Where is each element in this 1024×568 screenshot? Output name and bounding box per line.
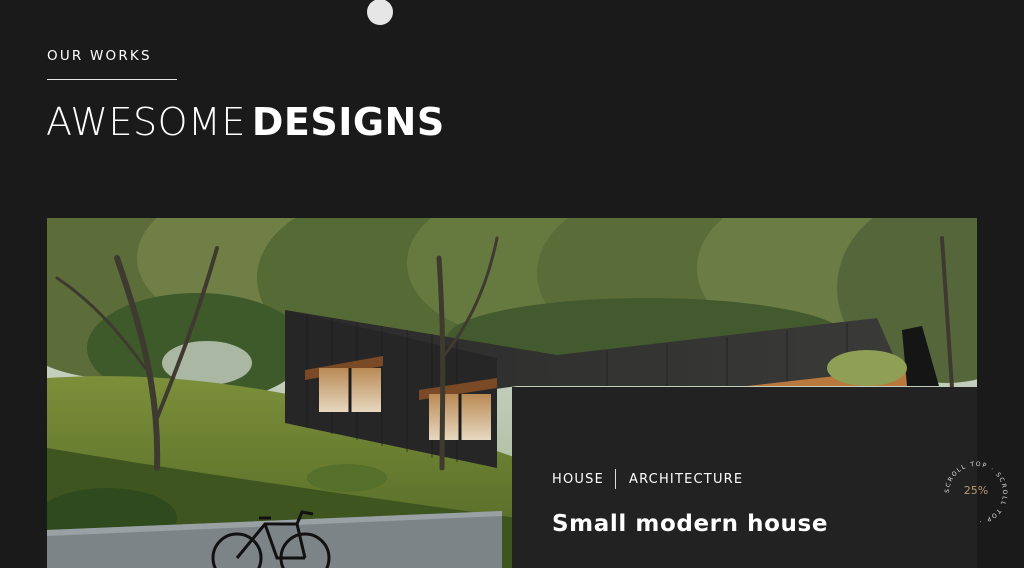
project-tags: HOUSE ARCHITECTURE [552, 469, 743, 489]
portfolio-page: OUR WORKS AWESOME DESIGNS HOUSE ARCHITEC… [0, 0, 1024, 568]
cursor-dot-icon [367, 0, 393, 25]
heading-bold-text: DESIGNS [251, 100, 445, 144]
project-title[interactable]: Small modern house [552, 511, 828, 537]
scroll-progress-label: 25% [963, 484, 989, 497]
tag-architecture[interactable]: ARCHITECTURE [629, 472, 743, 487]
section-heading: AWESOME DESIGNS [46, 98, 445, 146]
project-caption-card[interactable]: HOUSE ARCHITECTURE Small modern house [512, 387, 977, 568]
section-eyebrow: OUR WORKS [47, 48, 152, 64]
tag-house[interactable]: HOUSE [552, 472, 604, 487]
tag-separator [615, 469, 616, 489]
heading-light-text: AWESOME [46, 100, 246, 144]
scroll-top-button[interactable]: SCROLL TOP · SCROLL TOP · 25% [942, 459, 1010, 527]
eyebrow-divider [47, 79, 177, 80]
